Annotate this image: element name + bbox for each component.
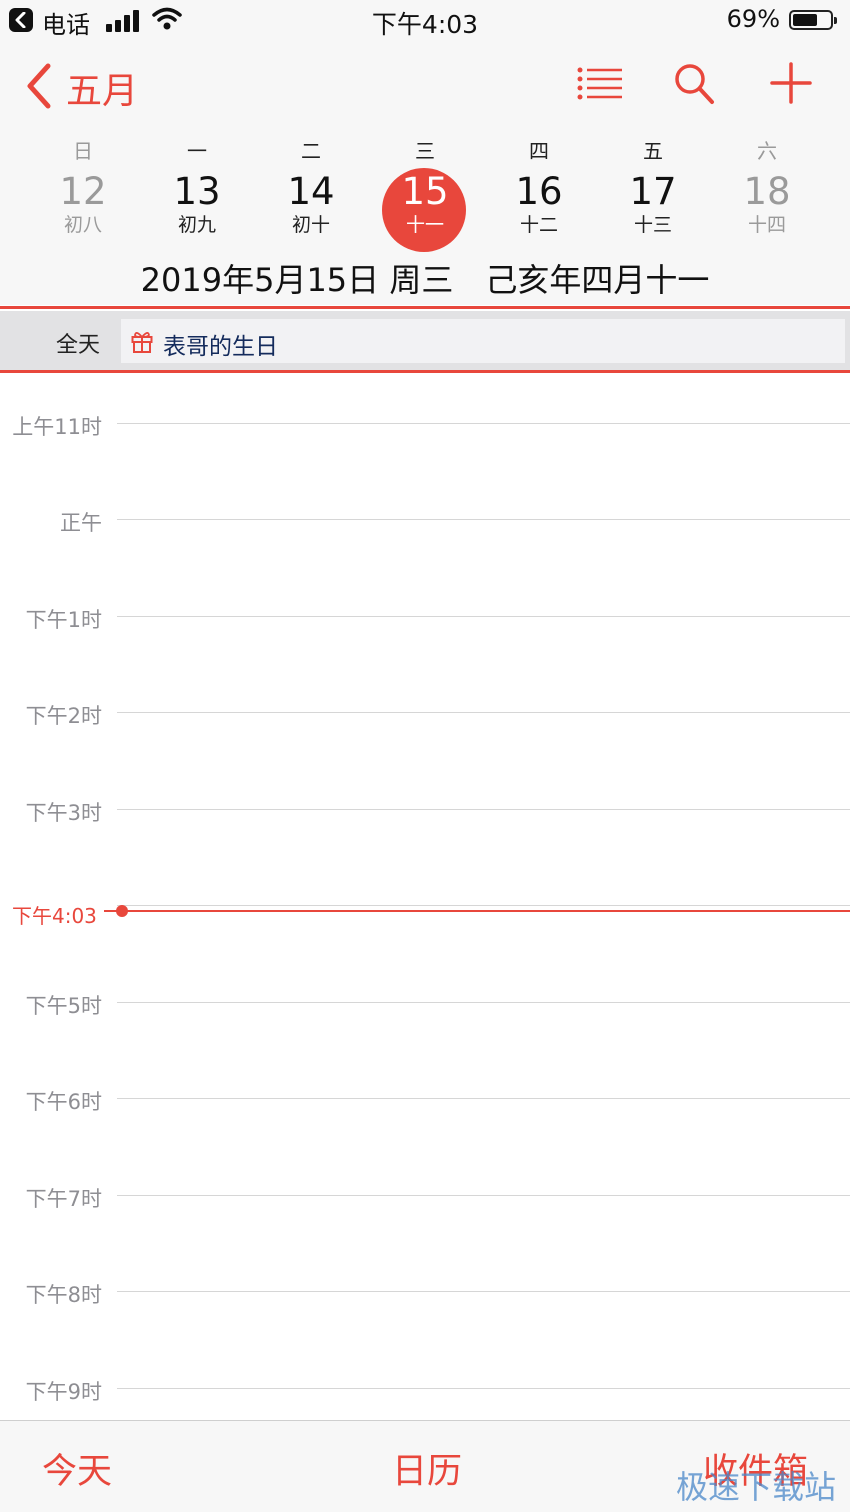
hour-label: 下午2时: [25, 704, 102, 728]
list-view-icon[interactable]: [576, 66, 624, 102]
day-lunar: 初十: [291, 214, 330, 236]
hour-line: [117, 809, 850, 810]
status-time: 下午4:03: [371, 10, 479, 39]
selected-date-title: 2019年5月15日 周三 己亥年四月十一: [140, 261, 710, 299]
current-time-label: 下午4:03: [12, 904, 97, 928]
back-chevron-icon[interactable]: [24, 62, 54, 110]
day-number: 18: [743, 170, 791, 213]
hour-label: 上午11时: [12, 415, 102, 439]
hour-label: 下午3时: [25, 801, 102, 825]
hour-line: [117, 1388, 850, 1389]
day-number: 17: [629, 170, 677, 213]
status-bar: 电话 下午4:03 69%: [0, 0, 850, 44]
day-number: 14: [287, 170, 335, 213]
event-title: 表哥的生日: [163, 334, 278, 360]
all-day-section: 全天 表哥的生日: [0, 311, 850, 370]
weekday-tue: 二: [301, 139, 321, 163]
weekday-thu: 四: [529, 139, 549, 163]
hour-label: 下午8时: [25, 1283, 102, 1307]
day-13[interactable]: 13 初九: [140, 170, 254, 254]
weekday-mon: 一: [187, 139, 207, 163]
hour-line: [117, 1291, 850, 1292]
day-lunar: 十二: [519, 214, 558, 236]
hour-line: [117, 616, 850, 617]
day-12[interactable]: 12 初八: [26, 170, 140, 254]
month-back-button[interactable]: 五月: [66, 62, 138, 114]
hour-label: 下午9时: [25, 1380, 102, 1404]
all-day-event[interactable]: 表哥的生日: [121, 319, 845, 363]
battery-icon: [789, 10, 837, 30]
day-17[interactable]: 17 十三: [596, 170, 710, 254]
search-icon[interactable]: [673, 62, 715, 106]
day-lunar: 十四: [747, 214, 786, 236]
watermark: 极速下载站: [676, 1468, 837, 1506]
today-button[interactable]: 今天: [42, 1443, 112, 1494]
day-15-selected[interactable]: 15 十一: [368, 168, 482, 254]
day-number: 13: [173, 170, 221, 213]
calendars-button[interactable]: 日历: [392, 1443, 462, 1494]
weekday-wed: 三: [415, 139, 435, 163]
all-day-label: 全天: [56, 333, 101, 358]
hour-label: 下午1时: [25, 608, 102, 632]
weekday-fri: 五: [643, 139, 663, 163]
hour-line: [117, 1195, 850, 1196]
day-number: 12: [59, 170, 107, 213]
current-time-line: [104, 910, 850, 912]
hour-label: 下午5时: [25, 994, 102, 1018]
hour-label: 正午: [60, 511, 102, 535]
day-lunar: 十一: [405, 214, 444, 236]
current-time-dot: [116, 905, 128, 917]
hour-line: [117, 1002, 850, 1003]
day-lunar: 十三: [633, 214, 672, 236]
day-lunar: 初九: [177, 214, 216, 236]
hour-line: [117, 1098, 850, 1099]
day-16[interactable]: 16 十二: [482, 170, 596, 254]
hour-line: [117, 519, 850, 520]
add-event-icon[interactable]: [770, 62, 812, 104]
battery-percent: 69%: [726, 5, 780, 33]
divider-top: [0, 306, 850, 309]
hour-label: 下午7时: [25, 1187, 102, 1211]
weekday-sat: 六: [757, 139, 777, 163]
day-18[interactable]: 18 十四: [710, 170, 824, 254]
day-lunar: 初八: [63, 214, 102, 236]
hour-line: [117, 905, 850, 906]
day-number: 16: [515, 170, 563, 213]
hour-label: 下午6时: [25, 1090, 102, 1114]
day-number: 15: [401, 170, 449, 213]
hour-line: [117, 423, 850, 424]
day-14[interactable]: 14 初十: [254, 170, 368, 254]
hour-line: [117, 712, 850, 713]
weekday-sun: 日: [73, 139, 93, 163]
divider-bottom: [0, 370, 850, 373]
gift-icon: [131, 332, 153, 353]
